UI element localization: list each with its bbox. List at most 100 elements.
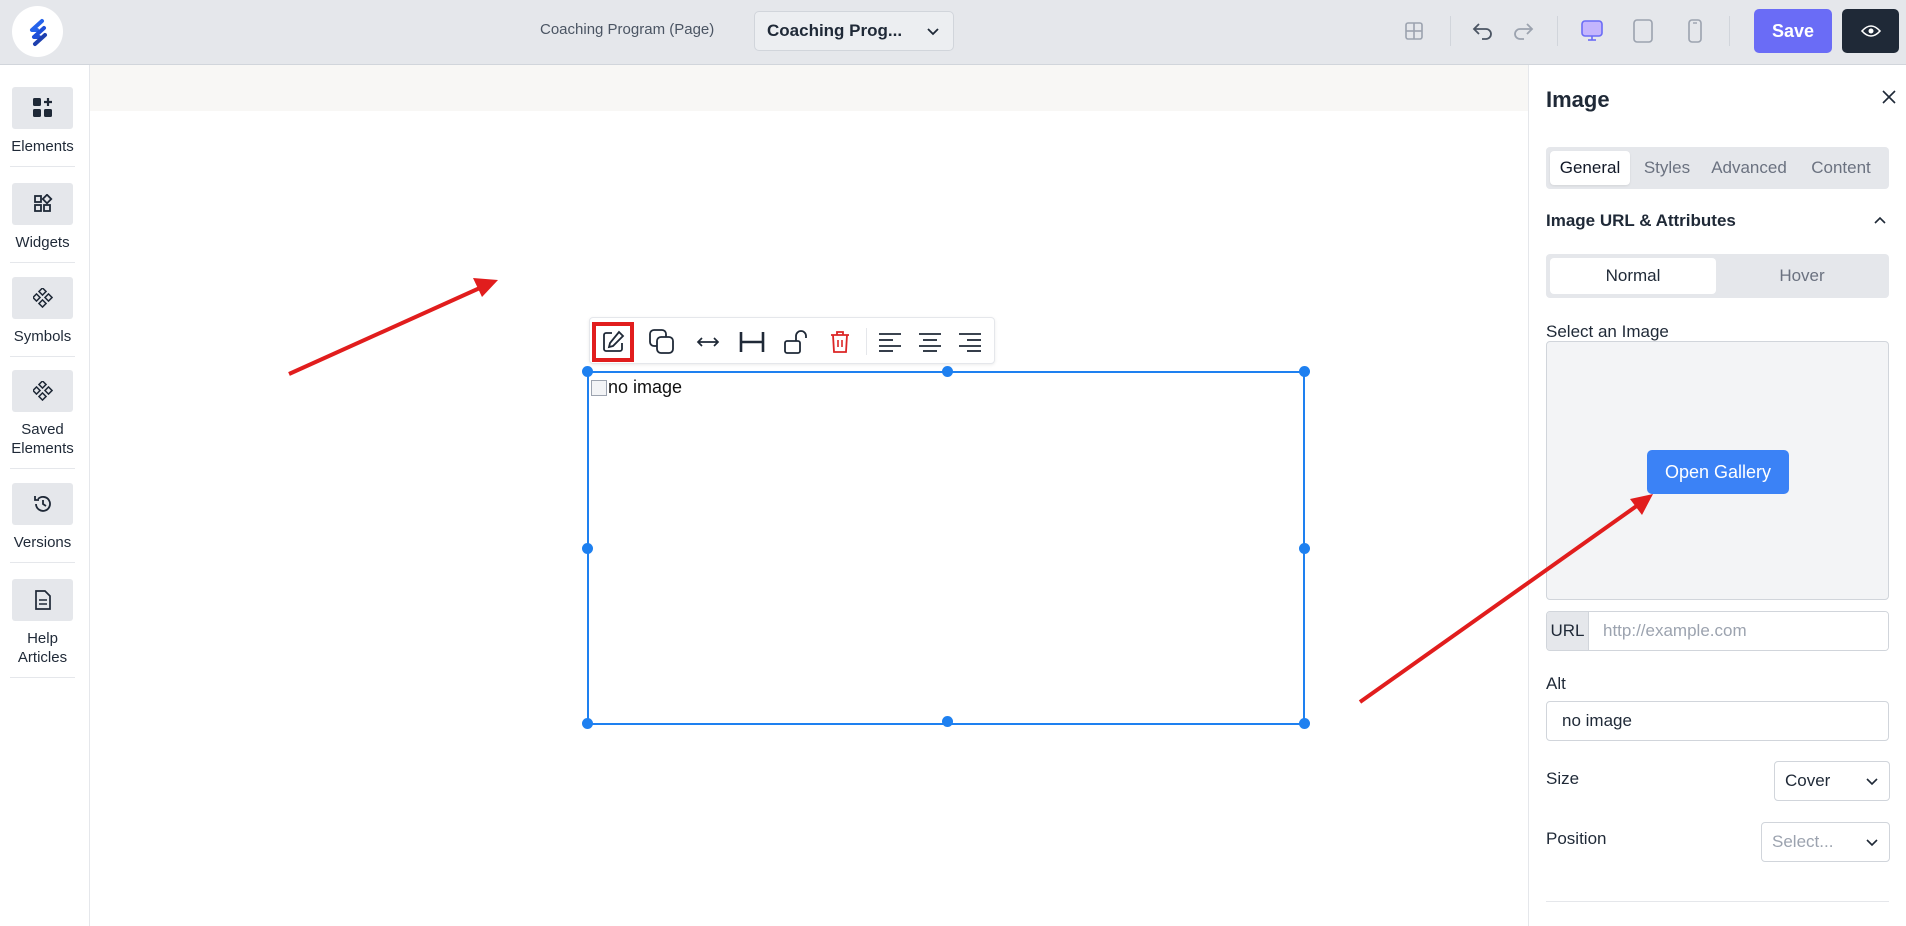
align-center-icon	[919, 333, 941, 352]
toolbar-divider	[1729, 16, 1730, 46]
mobile-view-button[interactable]	[1680, 16, 1710, 46]
page-select-value: Coaching Prog...	[767, 21, 903, 40]
size-select[interactable]: Cover	[1774, 761, 1890, 801]
align-left-button[interactable]	[872, 324, 908, 360]
undo-icon	[1472, 23, 1492, 40]
resize-handle-top-right[interactable]	[1299, 366, 1310, 377]
lock-button[interactable]	[778, 324, 814, 360]
sidebar-icon-button[interactable]	[12, 87, 73, 129]
desktop-view-button[interactable]	[1577, 16, 1607, 46]
url-prefix: URL	[1547, 612, 1589, 650]
element-toolbar	[589, 317, 995, 364]
save-button[interactable]: Save	[1754, 9, 1832, 53]
stretch-width-button[interactable]	[734, 324, 770, 360]
tablet-view-button[interactable]	[1628, 16, 1658, 46]
close-icon	[1882, 90, 1896, 104]
sidebar-icon-button[interactable]	[12, 370, 73, 412]
brand-logo-icon	[29, 18, 47, 46]
alt-label: Alt	[1546, 674, 1566, 693]
trash-icon	[831, 331, 849, 353]
position-select[interactable]: Select...	[1761, 822, 1890, 862]
sidebar-item-label: Saved Elements	[11, 421, 74, 457]
resize-handle-bottom[interactable]	[942, 716, 953, 727]
horizontal-arrows-icon	[696, 337, 720, 347]
desktop-icon	[1581, 20, 1603, 41]
mobile-icon	[1688, 19, 1702, 43]
open-gallery-button[interactable]: Open Gallery	[1647, 450, 1789, 494]
document-icon	[34, 590, 51, 610]
page-label: Coaching Program (Page)	[540, 21, 715, 38]
top-bar: Coaching Program (Page) Coaching Prog...…	[0, 0, 1906, 65]
url-field: URL	[1546, 611, 1889, 651]
symbols-icon	[32, 288, 53, 308]
section-title[interactable]: Image URL & Attributes	[1546, 211, 1736, 231]
align-right-button[interactable]	[952, 324, 988, 360]
sidebar-item-label: Symbols	[13, 328, 72, 345]
editor-canvas[interactable]: no image	[90, 65, 1528, 926]
sidebar-item-help-articles[interactable]: Help Articles	[10, 579, 75, 678]
sidebar-item-label: Versions	[13, 534, 72, 551]
widgets-icon	[33, 194, 53, 212]
tab-advanced[interactable]: Advanced	[1704, 151, 1794, 185]
chevron-up-icon[interactable]	[1871, 211, 1889, 229]
grid-layout-button[interactable]	[1399, 16, 1429, 46]
state-normal[interactable]: Normal	[1550, 258, 1716, 294]
undo-button[interactable]	[1468, 16, 1498, 46]
tab-styles[interactable]: Styles	[1634, 151, 1700, 185]
edit-element-button[interactable]	[592, 322, 634, 362]
toolbar-divider	[866, 328, 867, 355]
resize-handle-left[interactable]	[582, 543, 593, 554]
sidebar-icon-button[interactable]	[12, 277, 73, 319]
align-center-button[interactable]	[912, 324, 948, 360]
sidebar-item-symbols[interactable]: Symbols	[10, 277, 75, 357]
resize-handle-right[interactable]	[1299, 543, 1310, 554]
redo-button[interactable]	[1508, 16, 1538, 46]
image-alt-text: no image	[608, 377, 683, 397]
image-dropzone[interactable]: Open Gallery	[1546, 341, 1889, 600]
toolbar-divider	[1450, 16, 1451, 46]
broken-image-icon	[591, 379, 607, 396]
tablet-icon	[1633, 19, 1653, 43]
sidebar-item-label: Help Articles	[17, 630, 68, 666]
sidebar-icon-button[interactable]	[12, 183, 73, 225]
elements-icon	[32, 98, 52, 117]
resize-handle-top[interactable]	[942, 366, 953, 377]
sidebar-icon-button[interactable]	[12, 483, 73, 525]
saved-elements-icon	[32, 381, 53, 401]
sidebar-item-elements[interactable]: Elements	[10, 87, 75, 167]
resize-handle-bottom-right[interactable]	[1299, 718, 1310, 729]
sidebar-icon-button[interactable]	[12, 579, 73, 621]
resize-handle-bottom-left[interactable]	[582, 718, 593, 729]
redo-icon	[1514, 23, 1534, 40]
resize-handle-top-left[interactable]	[582, 366, 593, 377]
chevron-down-icon	[1866, 839, 1878, 847]
width-bar-icon	[739, 332, 765, 352]
sidebar-item-widgets[interactable]: Widgets	[10, 183, 75, 263]
url-input[interactable]	[1589, 612, 1888, 650]
sidebar-item-versions[interactable]: Versions	[10, 483, 75, 563]
tab-general[interactable]: General	[1550, 151, 1630, 185]
position-label: Position	[1546, 829, 1607, 848]
properties-panel: Image General Styles Advanced Content Im…	[1528, 65, 1906, 926]
sidebar-item-label: Widgets	[15, 234, 70, 251]
panel-tabs: General Styles Advanced Content	[1546, 147, 1889, 189]
chevron-down-icon	[1866, 778, 1878, 786]
state-hover[interactable]: Hover	[1719, 258, 1885, 294]
duplicate-button[interactable]	[644, 324, 680, 360]
panel-title: Image	[1546, 87, 1610, 112]
delete-button[interactable]	[822, 324, 858, 360]
page-select[interactable]: Coaching Prog...	[754, 11, 954, 51]
chevron-down-icon	[927, 28, 939, 36]
toolbar-divider	[1557, 16, 1558, 46]
app-logo[interactable]	[12, 6, 63, 57]
preview-button[interactable]	[1842, 9, 1899, 53]
close-panel-button[interactable]	[1879, 87, 1899, 107]
left-sidebar: Elements Widgets Symbols Saved Elements …	[0, 65, 90, 926]
sidebar-item-saved-elements[interactable]: Saved Elements	[10, 370, 75, 469]
alt-input[interactable]	[1546, 701, 1889, 741]
full-width-button[interactable]	[690, 324, 726, 360]
edit-icon	[603, 330, 625, 352]
sidebar-item-label: Elements	[11, 138, 74, 155]
tab-content[interactable]: Content	[1798, 151, 1884, 185]
selected-image-element[interactable]: no image	[582, 366, 1310, 729]
